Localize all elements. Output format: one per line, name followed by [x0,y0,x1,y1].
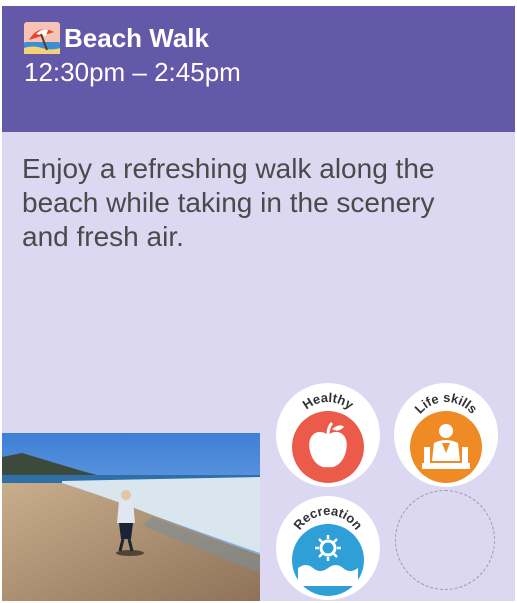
badge-healthy: Healthy [276,383,380,487]
title-row: Beach Walk [24,22,209,54]
beach-photo [2,433,260,601]
badge-empty-slot [395,490,495,590]
badge-recreation: Recreation [276,496,380,600]
activity-card: Beach Walk 12:30pm – 2:45pm Enjoy a refr… [2,6,515,601]
activity-title: Beach Walk [64,23,209,53]
activity-description: Enjoy a refreshing walk along the beach … [22,153,435,252]
card-header: Beach Walk 12:30pm – 2:45pm [2,6,515,132]
activity-time: 12:30pm – 2:45pm [24,57,241,87]
badge-life-skills: Life skills [394,383,498,487]
beach-umbrella-icon [24,22,60,54]
